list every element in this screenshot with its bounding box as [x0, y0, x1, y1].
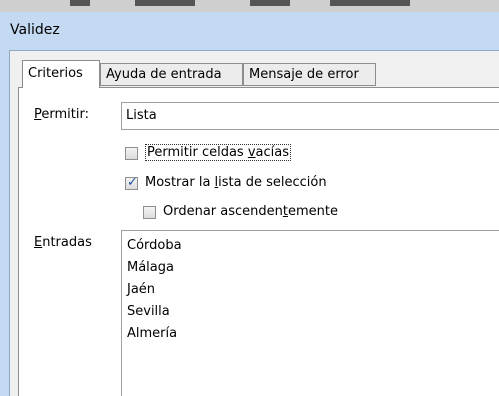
tab-criterios[interactable]: Criterios — [22, 60, 100, 88]
background-fragment — [135, 0, 195, 6]
label-text: emente — [288, 204, 339, 219]
show-list-label[interactable]: Mostrar la lista de selección — [145, 175, 327, 190]
entries-textarea[interactable]: Córdoba Málaga Jaén Sevilla Almería — [121, 230, 499, 396]
label-text: Ordenar ascenden — [163, 204, 283, 219]
entries-accel: E — [34, 235, 43, 250]
accel-key: v — [247, 145, 256, 160]
allow-value: Lista — [126, 108, 157, 123]
list-item: Córdoba — [127, 238, 182, 253]
sort-asc-label[interactable]: Ordenar ascendentemente — [163, 204, 338, 219]
tab-label: Ayuda de entrada — [106, 67, 222, 82]
tab-label: Criterios — [28, 66, 83, 81]
tab-label: Mensaje de error — [249, 67, 359, 82]
allow-label: Permitir: — [34, 107, 89, 122]
list-item: Málaga — [127, 260, 174, 275]
entries-label-rest: ntradas — [42, 235, 92, 250]
sort-asc-checkbox[interactable] — [143, 206, 156, 219]
label-text: Permitir celdas — [147, 145, 248, 160]
allow-select[interactable]: Lista — [121, 102, 499, 130]
label-text: ista de selección — [218, 175, 327, 190]
entries-label: Entradas — [34, 235, 92, 250]
list-item: Jaén — [127, 282, 156, 297]
allow-empty-label[interactable]: Permitir celdas vacías — [145, 144, 292, 161]
allow-empty-checkbox[interactable] — [125, 147, 138, 160]
background-fragment — [330, 0, 410, 6]
dialog-title: Validez — [10, 22, 60, 38]
list-item: Almería — [127, 326, 178, 341]
allow-label-rest: ermitir: — [41, 107, 89, 122]
background-fragment — [70, 0, 90, 6]
dialog-left-border — [0, 50, 10, 396]
focus-rectangle: Permitir celdas vacías — [145, 144, 292, 161]
tab-ayuda-de-entrada[interactable]: Ayuda de entrada — [100, 63, 243, 86]
show-list-checkbox[interactable]: ✓ — [125, 175, 138, 190]
label-text: Mostrar la — [145, 175, 215, 190]
dialog-title-bar[interactable]: Validez — [0, 12, 499, 51]
label-text: acías — [255, 145, 290, 160]
tab-mensaje-de-error[interactable]: Mensaje de error — [243, 63, 376, 86]
list-item: Sevilla — [127, 304, 170, 319]
background-fragment — [250, 0, 290, 6]
checkmark-icon: ✓ — [127, 175, 138, 190]
